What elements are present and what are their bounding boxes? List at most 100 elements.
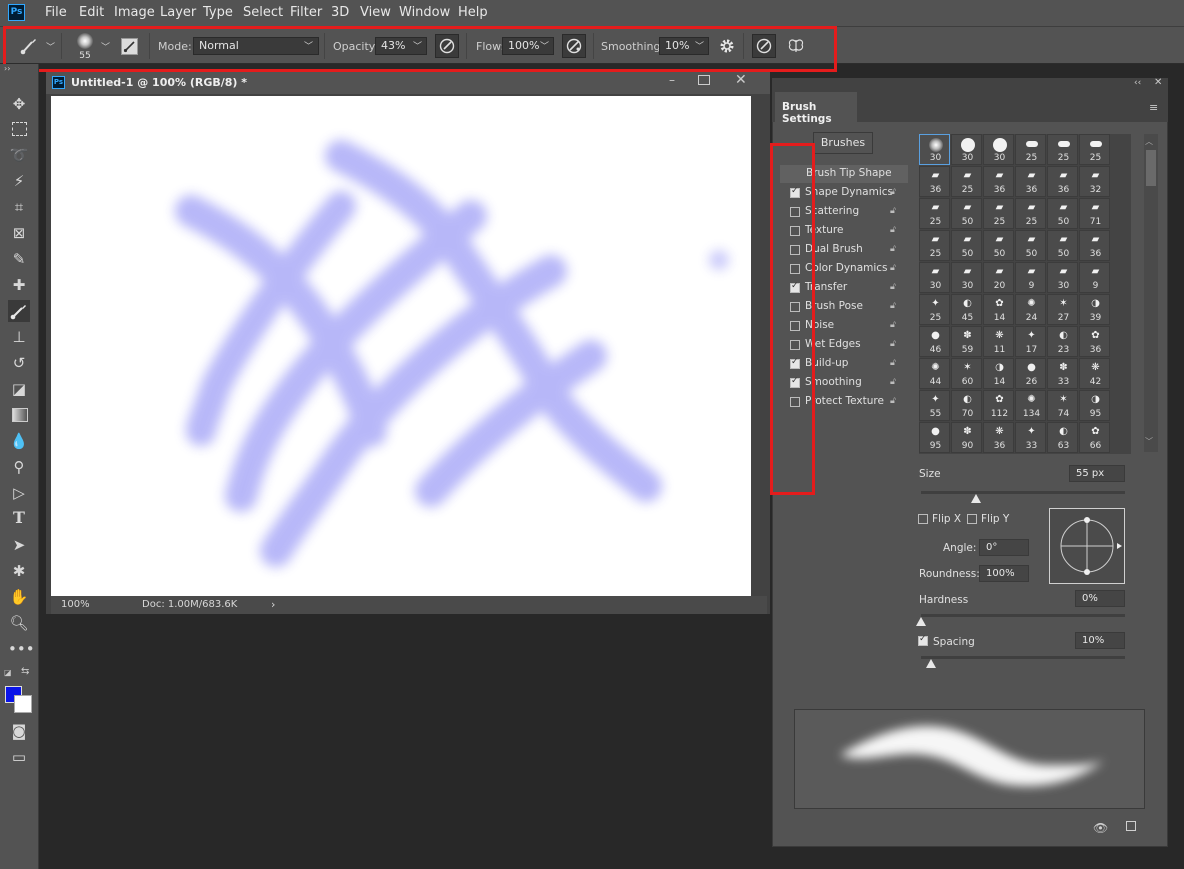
lock-icon[interactable]: 🔓︎ (890, 301, 900, 311)
crop-tool-icon[interactable]: ⌗ (8, 196, 30, 218)
brush-preset[interactable]: ◐ 45 (951, 294, 982, 325)
close-panel-icon[interactable]: ✕ (1154, 77, 1162, 88)
lock-icon[interactable]: 🔓︎ (890, 282, 900, 292)
brush-preset[interactable]: ✶ 27 (1047, 294, 1078, 325)
minimize-icon[interactable]: – (669, 73, 675, 87)
history-brush-tool-icon[interactable]: ↺ (8, 352, 30, 374)
lock-icon[interactable]: 🔓︎ (890, 320, 900, 330)
default-colors-icon[interactable]: ◪ (4, 668, 12, 677)
brush-preset[interactable]: ❋ 11 (983, 326, 1014, 357)
brush-preset[interactable]: ▰ 36 (919, 166, 950, 197)
flip-y-checkbox[interactable] (967, 514, 977, 524)
hand-tool-icon[interactable]: ✋ (8, 586, 30, 608)
menu-help[interactable]: Help (458, 5, 488, 20)
gradient-tool-icon[interactable] (8, 404, 30, 426)
brush-preset[interactable]: ▰ 25 (919, 198, 950, 229)
scroll-up-icon[interactable]: ︿ (1145, 136, 1153, 147)
brush-preset[interactable]: ✿ 66 (1079, 422, 1110, 453)
marquee-tool-icon[interactable] (8, 118, 30, 140)
brush-preset[interactable]: ▰ 36 (1079, 230, 1110, 261)
flip-x-checkbox[interactable] (918, 514, 928, 524)
brush-preset[interactable]: ▰ 25 (919, 230, 950, 261)
angle-field[interactable]: 0° (979, 539, 1029, 556)
brush-preset[interactable]: ❋ 36 (983, 422, 1014, 453)
brush-preset[interactable]: ✦ 17 (1015, 326, 1046, 357)
brush-preset[interactable]: ▰ 30 (1047, 262, 1078, 293)
screen-mode-icon[interactable]: ▭ (8, 746, 30, 768)
brush-preset[interactable]: ▰ 50 (1047, 198, 1078, 229)
chevron-right-icon[interactable]: › (271, 598, 275, 611)
brush-preset[interactable]: ▰ 25 (983, 198, 1014, 229)
brush-preset[interactable]: ✺ 24 (1015, 294, 1046, 325)
new-brush-icon[interactable] (1126, 821, 1136, 831)
collapse-icon[interactable]: ›› (4, 64, 10, 73)
brush-tool-icon[interactable] (8, 300, 30, 322)
brush-preset[interactable]: ▰ 36 (1047, 166, 1078, 197)
menu-image[interactable]: Image (114, 5, 155, 20)
menu-file[interactable]: File (45, 5, 67, 20)
size-slider-thumb[interactable] (971, 494, 982, 503)
clone-stamp-tool-icon[interactable]: ⊥ (8, 326, 30, 348)
lock-icon[interactable]: 🔓︎ (890, 263, 900, 273)
brush-preset[interactable]: ✶ 74 (1047, 390, 1078, 421)
angle-roundness-widget[interactable] (1049, 508, 1125, 584)
move-tool-icon[interactable]: ✥ (8, 93, 30, 115)
lock-icon[interactable]: 🔓︎ (890, 206, 900, 216)
roundness-field[interactable]: 100% (979, 565, 1029, 582)
tab-brush-settings[interactable]: Brush Settings (775, 92, 857, 125)
panel-menu-icon[interactable]: ≡ (1149, 101, 1158, 114)
path-selection-tool-icon[interactable]: ➤ (8, 534, 30, 556)
lock-icon[interactable]: 🔓︎ (890, 358, 900, 368)
zoom-tool-icon[interactable]: 🔍︎ (8, 612, 30, 634)
brush-preset[interactable]: 30 (951, 134, 982, 165)
lock-icon[interactable]: 🔓︎ (890, 187, 900, 197)
spacing-slider-thumb[interactable] (926, 659, 937, 668)
menu-3d[interactable]: 3D (331, 5, 349, 20)
brush-preset[interactable]: ▰ 36 (1015, 166, 1046, 197)
close-icon[interactable]: ✕ (735, 72, 747, 88)
menu-view[interactable]: View (360, 5, 391, 20)
healing-brush-tool-icon[interactable]: ✚ (8, 274, 30, 296)
lock-icon[interactable]: 🔓︎ (890, 396, 900, 406)
zoom-level[interactable]: 100% (61, 599, 90, 610)
eyedropper-tool-icon[interactable]: ✎ (8, 248, 30, 270)
brush-preset[interactable]: ▰ 30 (919, 262, 950, 293)
brush-preset[interactable]: ◑ 39 (1079, 294, 1110, 325)
dodge-tool-icon[interactable]: ⚲ (8, 456, 30, 478)
scroll-down-icon[interactable]: ﹀ (1145, 436, 1153, 447)
brush-preset[interactable]: ▰ 50 (951, 230, 982, 261)
brush-preset[interactable]: 25 (1079, 134, 1110, 165)
brush-preset[interactable]: ▰ 25 (1015, 198, 1046, 229)
brush-preset[interactable]: ✦ 55 (919, 390, 950, 421)
brush-preset[interactable]: ▰ 50 (1047, 230, 1078, 261)
brush-preset[interactable]: ▰ 71 (1079, 198, 1110, 229)
lasso-tool-icon[interactable]: ➰ (8, 144, 30, 166)
brush-preset[interactable]: ✦ 33 (1015, 422, 1046, 453)
brush-preset[interactable]: 30 (919, 134, 950, 165)
brush-preset[interactable]: ▰ 20 (983, 262, 1014, 293)
brush-preset[interactable]: ✿ 36 (1079, 326, 1110, 357)
preset-scrollbar[interactable]: ︿ ﹀ (1144, 134, 1158, 452)
brush-preset[interactable]: ◑ 95 (1079, 390, 1110, 421)
canvas[interactable] (51, 96, 751, 596)
menu-layer[interactable]: Layer (160, 5, 196, 20)
brush-preset[interactable]: ◑ 14 (983, 358, 1014, 389)
brush-preset[interactable]: ▰ 36 (983, 166, 1014, 197)
brush-preset[interactable]: ✦ 25 (919, 294, 950, 325)
spacing-field[interactable]: 10% (1075, 632, 1125, 649)
spacing-checkbox[interactable] (918, 634, 928, 646)
swap-colors-icon[interactable]: ⇆ (21, 666, 29, 677)
brush-preset[interactable]: ● 26 (1015, 358, 1046, 389)
brush-preset[interactable]: 25 (1047, 134, 1078, 165)
brush-preset[interactable]: ◐ 63 (1047, 422, 1078, 453)
brush-preset[interactable]: ▰ 9 (1015, 262, 1046, 293)
brush-preset[interactable]: ✿ 14 (983, 294, 1014, 325)
brush-preset[interactable]: ● 46 (919, 326, 950, 357)
background-color-swatch[interactable] (14, 695, 32, 713)
brush-preset[interactable]: ◐ 23 (1047, 326, 1078, 357)
brush-preset[interactable]: ▰ 32 (1079, 166, 1110, 197)
collapse-panel-icon[interactable]: ‹‹ (1134, 78, 1141, 88)
brush-preset[interactable]: ● 95 (919, 422, 950, 453)
menu-edit[interactable]: Edit (79, 5, 104, 20)
brush-preset[interactable]: ▰ 9 (1079, 262, 1110, 293)
